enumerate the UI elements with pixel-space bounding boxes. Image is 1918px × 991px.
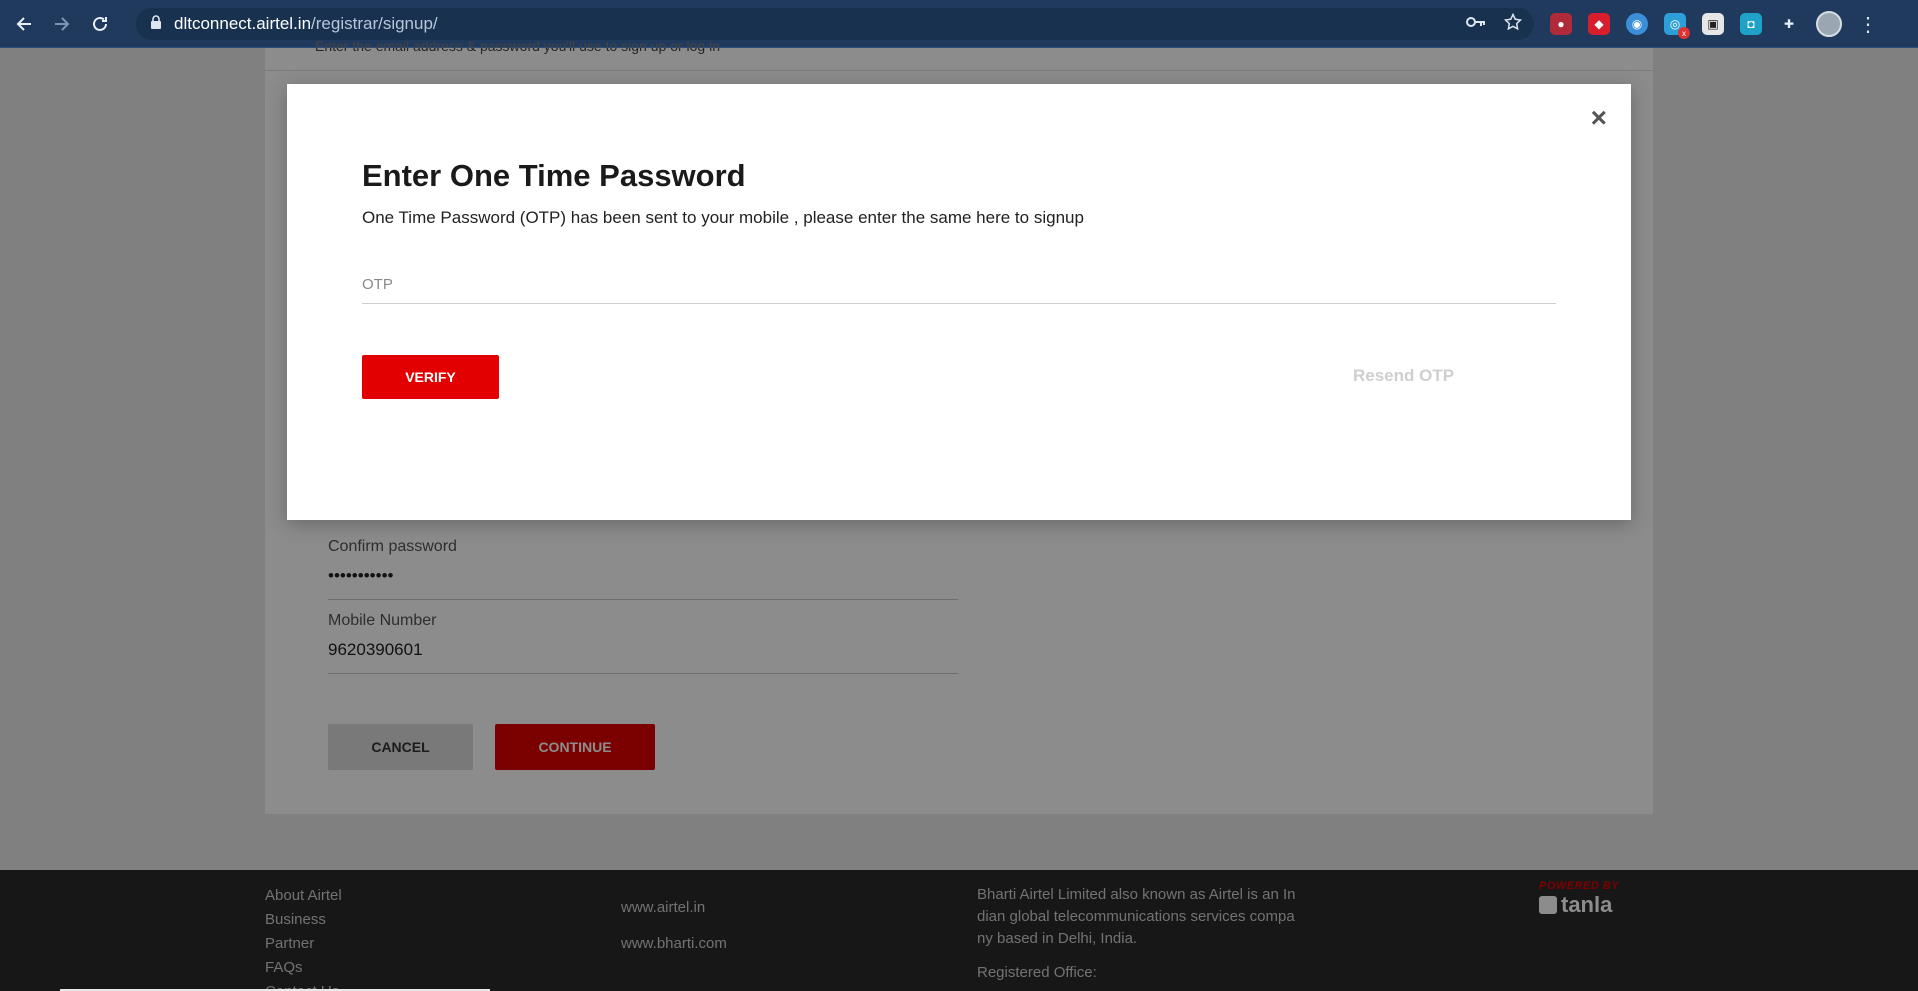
extension-globe-icon[interactable]: ◎ x [1664,13,1690,39]
otp-input[interactable] [362,266,1556,303]
close-icon[interactable]: × [1591,104,1607,132]
avatar[interactable] [1816,11,1842,37]
modal-subtitle: One Time Password (OTP) has been sent to… [362,208,1084,227]
extensions-puzzle-icon[interactable]: ✚ [1778,13,1800,35]
otp-modal: × Enter One Time Password One Time Passw… [287,84,1631,520]
extension-target-icon[interactable]: ◘ [1740,13,1762,35]
url-text: dltconnect.airtel.in/registrar/signup/ [174,14,438,33]
back-icon[interactable] [10,10,38,38]
verify-button[interactable]: VERIFY [362,355,499,399]
browser-toolbar: dltconnect.airtel.in/registrar/signup/ ●… [0,0,1918,48]
resend-otp-link[interactable]: Resend OTP [1353,366,1454,386]
extension-shield-icon[interactable]: ◆ [1588,13,1610,35]
modal-title: Enter One Time Password [362,158,746,193]
browser-menu-icon[interactable]: ⋮ [1858,12,1878,37]
extension-camera-icon[interactable]: ▣ [1702,13,1724,35]
bookmark-star-icon[interactable] [1503,12,1523,36]
extension-chat-icon[interactable]: ◉ [1626,13,1648,35]
reload-icon[interactable] [86,10,114,38]
extension-1-icon[interactable]: ● [1550,13,1572,35]
forward-icon[interactable] [48,10,76,38]
otp-field[interactable] [362,266,1556,304]
key-icon[interactable] [1466,15,1486,34]
lock-icon [150,14,162,34]
address-bar[interactable]: dltconnect.airtel.in/registrar/signup/ [136,8,1534,40]
